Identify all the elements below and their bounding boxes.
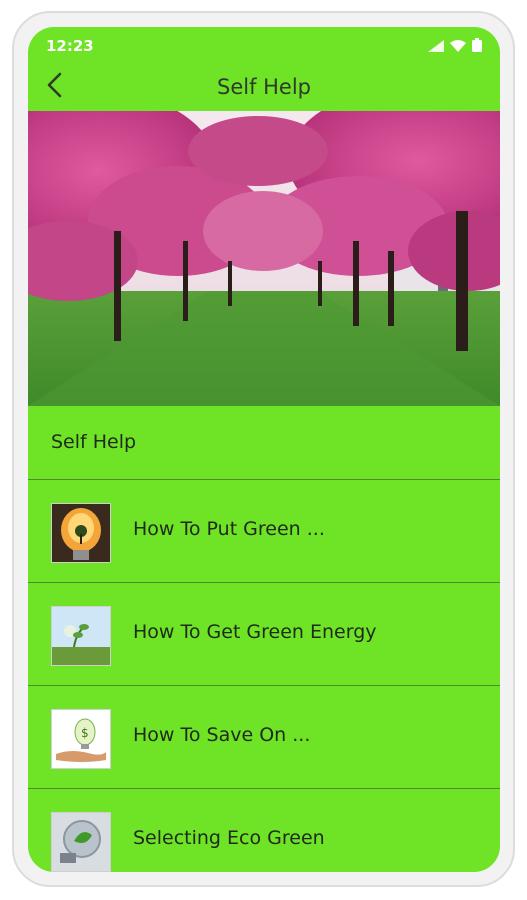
status-time: 12:23 bbox=[46, 37, 94, 55]
section-title: Self Help bbox=[51, 431, 137, 453]
money-bulb-hand-thumbnail: $ bbox=[51, 709, 111, 769]
app-bar: Self Help bbox=[28, 65, 500, 111]
battery-icon bbox=[472, 38, 482, 56]
list-item[interactable]: How To Put Green ... bbox=[28, 480, 500, 583]
status-bar: 12:23 bbox=[28, 27, 500, 65]
status-icons bbox=[428, 38, 482, 56]
list-item[interactable]: How To Get Green Energy bbox=[28, 583, 500, 686]
page-title: Self Help bbox=[216, 75, 312, 99]
lightbulb-tree-thumbnail bbox=[51, 503, 111, 563]
list-item[interactable]: $ How To Save On ... bbox=[28, 686, 500, 789]
list-item-label: How To Put Green ... bbox=[133, 518, 325, 540]
section-header: Self Help bbox=[28, 406, 500, 480]
list-item-label: How To Get Green Energy bbox=[133, 621, 377, 643]
wifi-icon bbox=[450, 38, 466, 56]
svg-text:$: $ bbox=[81, 726, 89, 740]
app-screen: 12:23 Self Help Self Help How To Put Gre… bbox=[28, 27, 500, 872]
list-item-label: How To Save On ... bbox=[133, 724, 311, 746]
topic-list: How To Put Green ... How To Get Green En… bbox=[28, 480, 500, 872]
sprout-field-thumbnail bbox=[51, 606, 111, 666]
eco-bulb-thumbnail bbox=[51, 812, 111, 872]
signal-icon bbox=[428, 38, 444, 56]
list-item-label: Selecting Eco Green bbox=[133, 827, 325, 849]
hero-image bbox=[28, 111, 500, 406]
list-item[interactable]: Selecting Eco Green bbox=[28, 789, 500, 872]
